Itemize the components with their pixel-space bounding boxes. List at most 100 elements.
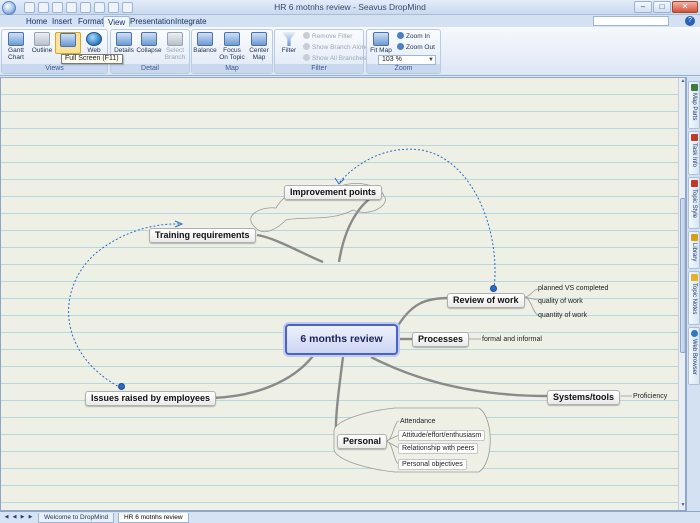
zoom-in-button[interactable]: Zoom In (397, 32, 430, 41)
subtopic-attendance[interactable]: Attendance (400, 417, 435, 426)
library-icon (691, 234, 698, 241)
subtopic-formal-informal[interactable]: formal and informal (482, 335, 542, 344)
fit-map-icon (373, 32, 389, 46)
web-button[interactable]: Web (81, 32, 107, 54)
filter-button[interactable]: Filter (276, 32, 302, 54)
views-group-label: Views (2, 64, 107, 73)
tab-integrate[interactable]: Integrate (171, 16, 211, 27)
subtopic-proficiency[interactable]: Proficiency (633, 392, 667, 401)
branch-line-systems (370, 355, 549, 398)
window-controls: – □ ✕ (634, 1, 698, 13)
views-group: Gantt Chart Outline Web Views (1, 29, 108, 74)
help-icon[interactable]: ? (685, 16, 695, 26)
zoom-level-select[interactable]: 103 % ▼ (378, 55, 436, 65)
select-branch-icon (167, 32, 183, 46)
chevron-down-icon: ▼ (428, 57, 434, 63)
collapse-button[interactable]: Collapse (136, 32, 162, 54)
relationship-review-improvement (338, 148, 496, 290)
web-browser-icon (691, 330, 698, 337)
topic-processes[interactable]: Processes (412, 332, 470, 347)
globe-icon (86, 32, 102, 46)
outline-icon (34, 32, 50, 46)
side-tab-topic-style[interactable]: Topic Style (688, 177, 700, 229)
scroll-down-icon[interactable]: ▼ (679, 502, 685, 510)
zoom-out-icon (397, 43, 404, 50)
subtopic-quantity-of-work[interactable]: quantity of work (538, 311, 587, 320)
topic-personal[interactable]: Personal (337, 434, 388, 449)
select-branch-button[interactable]: Select Branch (162, 32, 188, 61)
balance-button[interactable]: Balance (192, 32, 218, 54)
full-screen-icon (60, 33, 76, 47)
ribbon: Gantt Chart Outline Web Views Details Co… (0, 27, 700, 76)
gantt-icon (8, 32, 24, 46)
details-icon (116, 32, 132, 46)
center-map-button[interactable]: Center Map (246, 32, 272, 61)
search-input[interactable] (593, 16, 669, 26)
show-branch-alone-button[interactable]: Show Branch Alone (303, 43, 369, 52)
map-parts-icon (691, 84, 698, 91)
prev-tab-icon[interactable]: ◀ (11, 514, 18, 521)
funnel-icon (282, 32, 296, 46)
window-title: HR 6 motnhs review - Seavus DropMind (274, 2, 426, 12)
details-button[interactable]: Details (111, 32, 137, 54)
side-tab-web-browser[interactable]: Web Browser (688, 327, 700, 385)
topic-style-icon (691, 180, 698, 187)
relationship-handle[interactable] (118, 383, 125, 390)
branch-line-training (256, 233, 324, 264)
outline-button[interactable]: Outline (29, 32, 55, 54)
document-tab-bar: ◀ ◀ ▶ ▶ Welcome to DropMind HR 6 motnhs … (0, 511, 700, 523)
tab-home[interactable]: Home (22, 16, 51, 27)
map-workspace: 6 months review Improvement points Train… (0, 77, 686, 511)
title-bar: HR 6 motnhs review - Seavus DropMind – □… (0, 0, 700, 15)
balance-icon (197, 32, 213, 46)
topic-review-of-work[interactable]: Review of work (447, 293, 525, 308)
branch-line-improvement (337, 192, 380, 263)
topic-systems-tools[interactable]: Systems/tools (547, 390, 621, 405)
full-screen-tooltip: Full Screen (F11) (61, 54, 123, 64)
focus-on-topic-button[interactable]: Focus On Topic (219, 32, 245, 61)
subtopic-attitude[interactable]: Attitude/effort/enthusiasm (398, 430, 486, 441)
last-tab-icon[interactable]: ▶ (27, 514, 34, 521)
subtopic-planned-vs-completed[interactable]: planned VS completed (538, 284, 608, 293)
collapse-icon (141, 32, 157, 46)
map-group-label: Map (192, 64, 272, 73)
remove-filter-button[interactable]: Remove Filter (303, 32, 352, 41)
topic-improvement-points[interactable]: Improvement points (284, 185, 383, 200)
side-tab-topic-notes[interactable]: Topic Notes (688, 271, 700, 325)
side-tab-map-parts[interactable]: Map Parts (688, 81, 700, 129)
relationship-issues-training (68, 223, 182, 389)
doc-tab-welcome[interactable]: Welcome to DropMind (38, 513, 115, 523)
side-tab-library[interactable]: Library (688, 231, 700, 269)
next-tab-icon[interactable]: ▶ (19, 514, 26, 521)
subtopic-quality-of-work[interactable]: quality of work (538, 297, 583, 306)
subtopic-personal-objectives[interactable]: Personal objectives (398, 459, 467, 470)
zoom-group: Fit Map Zoom In Zoom Out Zoom (366, 29, 441, 74)
maximize-button[interactable]: □ (653, 1, 671, 13)
zoom-group-label: Zoom (367, 64, 440, 73)
gantt-chart-button[interactable]: Gantt Chart (3, 32, 29, 61)
zoom-out-button[interactable]: Zoom Out (397, 43, 435, 52)
vertical-scrollbar[interactable]: ▲ ▼ (678, 78, 685, 510)
scroll-up-icon[interactable]: ▲ (679, 78, 685, 86)
topic-training-requirements[interactable]: Training requirements (149, 228, 256, 243)
fit-map-button[interactable]: Fit Map (368, 32, 394, 54)
task-info-icon (691, 134, 698, 141)
topic-issues-raised[interactable]: Issues raised by employees (85, 391, 217, 406)
focus-icon (224, 32, 240, 46)
show-all-branches-button[interactable]: Show All Branches (303, 54, 366, 63)
full-screen-button[interactable] (55, 32, 81, 54)
side-tab-task-info[interactable]: Task Info (688, 131, 700, 175)
minimize-button[interactable]: – (634, 1, 652, 13)
map-group: Balance Focus On Topic Center Map Map (191, 29, 273, 74)
tab-insert[interactable]: Insert (48, 16, 76, 27)
first-tab-icon[interactable]: ◀ (3, 514, 10, 521)
close-button[interactable]: ✕ (672, 1, 698, 13)
side-pane: Map Parts Task Info Topic Style Library … (686, 77, 700, 511)
relationship-handle[interactable] (490, 285, 497, 292)
mind-map-canvas[interactable]: 6 months review Improvement points Train… (1, 78, 678, 510)
subtopic-relationship-with-peers[interactable]: Relationship with peers (398, 443, 479, 454)
central-topic[interactable]: 6 months review (285, 324, 398, 355)
filter-group-label: Filter (275, 64, 363, 73)
doc-tab-hr-review[interactable]: HR 6 motnhs review (118, 513, 189, 523)
review-child-lines (523, 288, 539, 316)
